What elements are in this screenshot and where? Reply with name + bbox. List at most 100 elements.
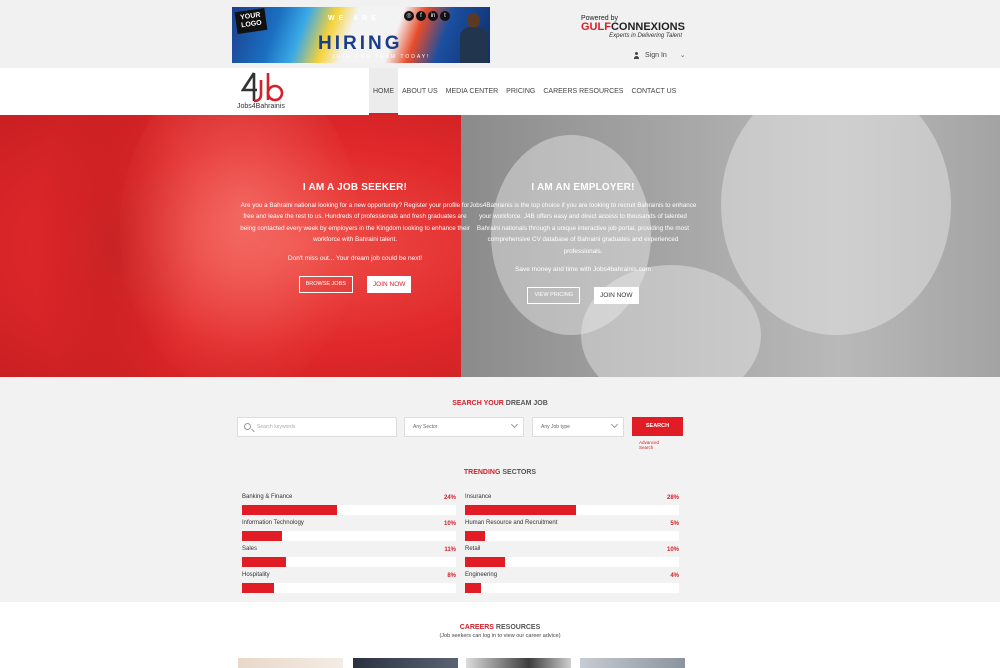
sector-name: Insurance	[465, 494, 492, 500]
partner-name: GULFCONNEXIONS	[581, 21, 685, 33]
view-pricing-button[interactable]: VIEW PRICING	[527, 287, 580, 305]
banner-social-icons: ◎ f in t	[404, 11, 450, 21]
brand-name: Jobs4Bahrainis	[237, 103, 285, 110]
search-icon	[244, 423, 251, 430]
browse-jobs-button[interactable]: BROWSE JOBS	[298, 275, 353, 293]
careers-title: CAREERS RESOURCES	[459, 624, 541, 631]
sector-name: Human Resource and Recruitment	[465, 520, 558, 526]
seeker-panel: I AM A JOB SEEKER! Are you a Bahraini na…	[240, 115, 470, 293]
sector-percent: 4%	[670, 573, 679, 579]
top-bar: YOUR LOGO WE ARE HIRING JOIN OUR TEAM TO…	[0, 0, 1000, 68]
sector-percent: 10%	[666, 547, 679, 553]
sector-bar-fill	[242, 557, 286, 567]
sector-name: Engineering	[465, 572, 498, 578]
sector-bar-fill	[465, 583, 481, 593]
employer-tagline: Save money and time with Jobs4bahrainis.…	[515, 266, 651, 274]
sector-name: Sales	[242, 546, 258, 552]
sector-bar-track	[242, 557, 456, 567]
sector-row[interactable]: Information Technology 10%	[242, 520, 456, 542]
sector-row[interactable]: Human Resource and Recruitment 5%	[465, 520, 679, 542]
search-button[interactable]: SEARCH	[632, 417, 683, 436]
sector-percent: 5%	[670, 521, 679, 527]
hero-section: I AM A JOB SEEKER! Are you a Bahraini na…	[0, 115, 1000, 377]
sector-bar-track	[465, 583, 679, 593]
sector-name: Banking & Finance	[242, 494, 293, 500]
sector-bar-track	[465, 531, 679, 541]
chevron-down-icon: ⌄	[679, 52, 686, 59]
sector-row[interactable]: Banking & Finance 24%	[242, 494, 456, 516]
nav-item-home[interactable]: HOME	[369, 68, 398, 115]
career-article-thumbnail[interactable]	[580, 658, 685, 668]
sector-bar-fill	[465, 505, 576, 515]
search-section: SEARCH YOUR DREAM JOB Search keywords An…	[0, 377, 1000, 602]
instagram-icon: ◎	[404, 11, 414, 21]
linkedin-icon: in	[428, 11, 438, 21]
careers-subtitle: (Job seekers can log in to view our care…	[439, 633, 561, 639]
sector-percent: 10%	[443, 521, 456, 527]
j4b-logo-icon	[240, 72, 284, 103]
employer-body: Jobs4Bahrainis is the top choice if you …	[469, 202, 697, 255]
sector-percent: 28%	[666, 495, 679, 501]
sector-name: Retail	[465, 546, 481, 552]
advanced-search-link[interactable]: Advanced Search	[639, 440, 659, 450]
sector-bar-fill	[242, 531, 282, 541]
sector-row[interactable]: Insurance 28%	[465, 494, 679, 516]
site-logo[interactable]: Jobs4Bahrainis	[237, 70, 297, 112]
careers-section: CAREERS RESOURCES (Job seekers can log i…	[0, 602, 1000, 668]
sector-bar-fill	[465, 557, 505, 567]
sector-bar-fill	[465, 531, 485, 541]
sector-name: Information Technology	[242, 520, 304, 526]
banner-subline: JOIN OUR TEAM TODAY!	[332, 54, 431, 60]
nav-item-media-center[interactable]: MEDIA CENTER	[442, 68, 503, 115]
search-keywords-placeholder: Search keywords	[257, 424, 296, 430]
chevron-down-icon	[510, 420, 519, 429]
nav-item-contact-us[interactable]: CONTACT US	[627, 68, 680, 115]
sector-name: Hospitality	[242, 572, 270, 578]
job-type-select-value: Any Job type	[541, 424, 570, 430]
sector-bar-track	[242, 505, 456, 515]
career-article-thumbnail[interactable]	[353, 658, 458, 668]
career-article-thumbnail[interactable]	[238, 658, 343, 668]
trending-title: TRENDING SECTORS	[463, 469, 537, 476]
banner-hiring: HIRING	[318, 33, 403, 54]
nav-item-pricing[interactable]: PRICING	[502, 68, 539, 115]
sector-bar-track	[465, 557, 679, 567]
employer-title: I AM AN EMPLOYER!	[531, 182, 635, 193]
banner-logo: YOUR LOGO	[234, 8, 268, 34]
sector-row[interactable]: Engineering 4%	[465, 572, 679, 594]
seeker-tagline: Don't miss out... Your dream job could b…	[287, 254, 423, 262]
seeker-title: I AM A JOB SEEKER!	[302, 182, 408, 193]
sector-bar-fill	[242, 505, 337, 515]
sector-row[interactable]: Sales 11%	[242, 546, 456, 568]
banner-we-are: WE ARE	[328, 15, 380, 22]
nav-item-about-us[interactable]: ABOUT US	[398, 68, 442, 115]
sector-bar-fill	[242, 583, 274, 593]
partner-logo[interactable]: Powered by GULFCONNEXIONS Experts in Del…	[581, 15, 687, 39]
signin-label: Sign In	[645, 51, 667, 59]
main-menu: HOME ABOUT US MEDIA CENTER PRICING CAREE…	[369, 68, 680, 115]
career-article-thumbnail[interactable]	[466, 658, 571, 668]
main-navbar: Jobs4Bahrainis HOME ABOUT US MEDIA CENTE…	[0, 68, 1000, 115]
chevron-down-icon	[610, 420, 619, 429]
sector-select-value: Any Sector	[413, 424, 438, 430]
sector-row[interactable]: Retail 10%	[465, 546, 679, 568]
facebook-icon: f	[416, 11, 426, 21]
partner-tagline: Experts in Delivering Talent	[609, 33, 682, 39]
sector-select[interactable]: Any Sector	[404, 417, 524, 437]
user-icon	[633, 51, 640, 59]
hiring-banner-ad[interactable]: YOUR LOGO WE ARE HIRING JOIN OUR TEAM TO…	[232, 7, 490, 63]
sector-bar-track	[242, 583, 456, 593]
sector-percent: 8%	[447, 573, 456, 579]
seeker-join-now-button[interactable]: JOIN NOW	[366, 275, 412, 293]
banner-person-image	[458, 13, 488, 63]
signin-dropdown[interactable]: Sign In ⌄	[633, 51, 686, 59]
nav-item-careers-resources[interactable]: CAREERS RESOURCES	[539, 68, 627, 115]
sector-row[interactable]: Hospitality 8%	[242, 572, 456, 594]
twitter-icon: t	[440, 11, 450, 21]
search-keywords-input[interactable]: Search keywords	[237, 417, 397, 437]
search-title: SEARCH YOUR DREAM JOB	[452, 400, 548, 407]
job-type-select[interactable]: Any Job type	[532, 417, 624, 437]
employer-join-now-button[interactable]: JOIN NOW	[594, 287, 639, 305]
sector-percent: 11%	[444, 547, 456, 553]
seeker-body: Are you a Bahraini national looking for …	[240, 202, 470, 244]
